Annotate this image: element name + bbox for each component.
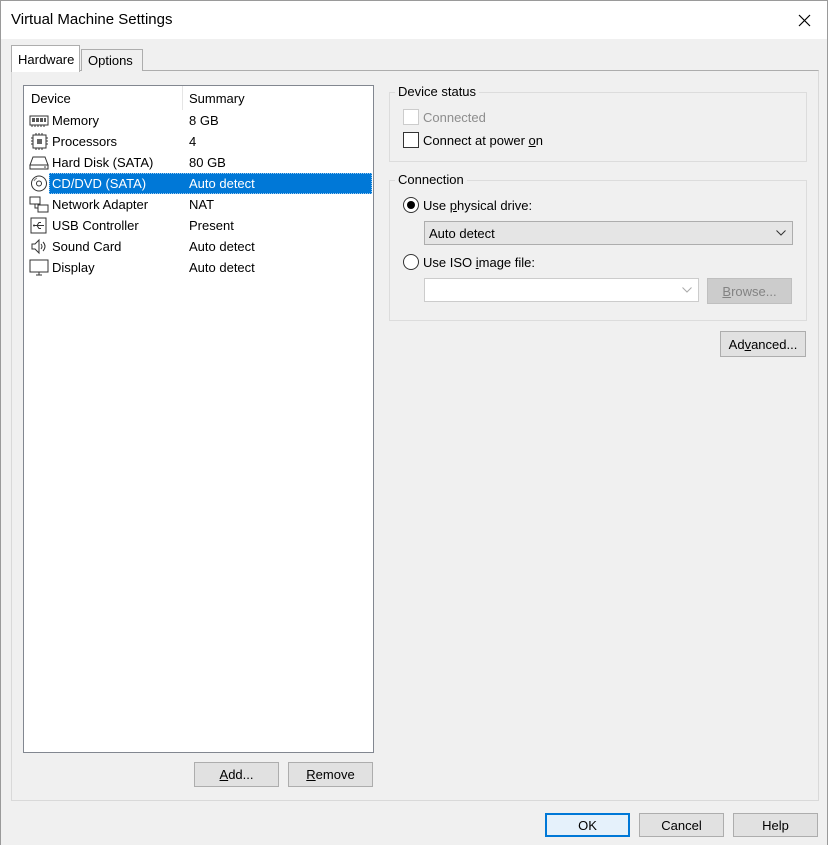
window-title: Virtual Machine Settings — [11, 11, 173, 28]
device-name: Processors — [52, 134, 118, 149]
tab-options-label: Options — [88, 53, 133, 68]
cancel-button-label: Cancel — [661, 817, 702, 833]
device-name: Hard Disk (SATA) — [52, 155, 154, 170]
radio-indicator — [403, 254, 419, 270]
memory-icon — [29, 112, 49, 129]
device-row-processors[interactable]: Processors 4 — [24, 131, 373, 152]
device-row-memory[interactable]: Memory 8 GB — [24, 110, 373, 131]
device-row-hard-disk[interactable]: Hard Disk (SATA) 80 GB — [24, 152, 373, 173]
hard-disk-icon — [29, 154, 49, 171]
remove-button-label: Remove — [306, 767, 355, 782]
browse-button-label: Browse... — [722, 284, 776, 299]
device-summary: 8 GB — [189, 113, 219, 128]
device-summary: Auto detect — [189, 260, 255, 275]
network-adapter-icon — [29, 196, 49, 213]
connected-checkbox[interactable]: Connected — [403, 109, 486, 125]
device-summary: NAT — [189, 197, 215, 212]
device-row-display[interactable]: Display Auto detect — [24, 257, 373, 278]
help-button[interactable]: Help — [733, 813, 818, 837]
device-row-sound-card[interactable]: Sound Card Auto detect — [24, 236, 373, 257]
device-name: Sound Card — [52, 239, 122, 254]
column-header-device-label: Device — [31, 90, 71, 106]
tab-hardware-label: Hardware — [18, 51, 75, 67]
label-text: Ad — [728, 336, 745, 352]
device-name: CD/DVD (SATA) — [52, 176, 147, 191]
label-text: mage file: — [478, 254, 536, 270]
column-header-summary-label: Summary — [189, 90, 245, 106]
connection-legend: Connection — [395, 172, 467, 187]
label-text: hysical drive: — [456, 197, 533, 213]
device-row-cd-dvd[interactable]: CD/DVD (SATA) Auto detect — [24, 173, 373, 194]
label-text: rowse... — [731, 283, 777, 299]
chevron-down-icon — [776, 230, 786, 236]
device-row-usb-controller[interactable]: USB Controller Present — [24, 215, 373, 236]
use-iso-image-label: Use ISO image file: — [423, 255, 535, 270]
device-row-network-adapter[interactable]: Network Adapter NAT — [24, 194, 373, 215]
label-text: n — [535, 132, 543, 148]
close-button[interactable] — [781, 1, 827, 39]
advanced-button[interactable]: Advanced... — [720, 331, 806, 357]
remove-button[interactable]: Remove — [288, 762, 373, 787]
device-name: USB Controller — [52, 218, 139, 233]
label-text: Use — [423, 197, 450, 213]
list-header: Device Summary — [24, 86, 373, 110]
label-accelerator: o — [528, 132, 536, 148]
connect-at-power-on-label: Connect at power on — [423, 133, 543, 148]
advanced-button-label: Advanced... — [729, 337, 798, 352]
device-summary: Auto detect — [189, 176, 255, 191]
label-text: Use ISO — [423, 254, 476, 270]
display-icon — [29, 259, 49, 276]
add-button[interactable]: Add... — [194, 762, 279, 787]
device-name: Memory — [52, 113, 99, 128]
iso-image-path-combo[interactable] — [424, 278, 699, 302]
physical-drive-value: Auto detect — [429, 225, 495, 241]
use-iso-image-radio[interactable]: Use ISO image file: — [403, 254, 535, 270]
column-header-summary[interactable]: Summary — [183, 86, 373, 110]
virtual-machine-settings-window: Virtual Machine Settings Hardware Option… — [0, 0, 828, 845]
device-name: Network Adapter — [52, 197, 149, 212]
use-physical-drive-radio[interactable]: Use physical drive: — [403, 197, 532, 213]
usb-icon — [29, 217, 49, 234]
device-summary: 80 GB — [189, 155, 226, 170]
ok-button[interactable]: OK — [545, 813, 630, 837]
title-bar: Virtual Machine Settings — [1, 1, 827, 39]
device-status-group: Device status Connected Connect at power… — [389, 84, 807, 162]
help-button-label: Help — [762, 817, 789, 833]
label-accelerator: p — [449, 197, 457, 213]
chevron-down-icon — [682, 287, 692, 293]
physical-drive-select[interactable]: Auto detect — [424, 221, 793, 245]
speaker-icon — [29, 238, 49, 255]
connected-checkbox-label: Connected — [423, 109, 486, 125]
cd-dvd-icon — [29, 175, 49, 192]
device-list[interactable]: Device Summary Memory 8 GB Processors 4 — [23, 85, 374, 753]
device-name: Display — [52, 260, 95, 275]
device-summary: 4 — [189, 134, 197, 149]
use-physical-drive-label: Use physical drive: — [423, 198, 532, 213]
label-accelerator: B — [722, 283, 732, 299]
tab-hardware[interactable]: Hardware — [11, 45, 80, 72]
label-text: Connect at power — [423, 132, 529, 148]
processor-icon — [29, 133, 49, 150]
device-summary: Auto detect — [189, 239, 255, 254]
cancel-button[interactable]: Cancel — [639, 813, 724, 837]
connect-at-power-on-checkbox[interactable]: Connect at power on — [403, 132, 543, 148]
close-icon — [798, 14, 810, 26]
device-summary: Present — [189, 218, 234, 233]
connected-checkbox-box — [403, 109, 419, 125]
browse-button[interactable]: Browse... — [707, 278, 792, 304]
tab-options[interactable]: Options — [81, 49, 143, 71]
connect-at-power-on-checkbox-box — [403, 132, 419, 148]
ok-button-label: OK — [578, 817, 597, 833]
label-text: anced... — [751, 336, 798, 352]
device-status-legend: Device status — [395, 84, 480, 99]
column-header-device[interactable]: Device — [24, 86, 183, 110]
connection-group: Connection Use physical drive: Auto dete… — [389, 172, 807, 321]
add-button-label: Add... — [219, 767, 254, 782]
radio-indicator — [403, 197, 419, 213]
